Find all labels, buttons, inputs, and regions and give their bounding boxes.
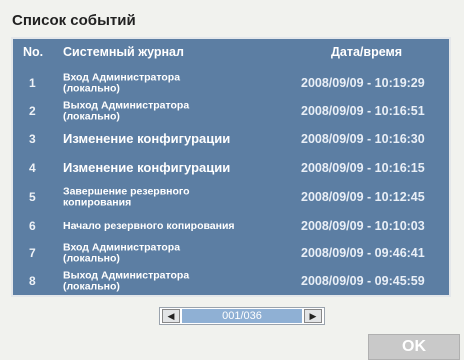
table-row[interactable]: 8 Выход Администратора (локально) 2008/0…: [13, 266, 449, 296]
row-event: Изменение конфигурации: [63, 131, 231, 146]
row-datetime: 2008/09/09 - 10:16:30: [301, 132, 425, 146]
table-row[interactable]: 6 Начало резервного копирования 2008/09/…: [13, 211, 449, 241]
row-number: 2: [29, 104, 36, 118]
page-title: Список событий: [12, 12, 136, 29]
row-event: Выход Администратора (локально): [63, 269, 190, 292]
row-datetime: 2008/09/09 - 10:10:03: [301, 219, 425, 233]
column-header-datetime: Дата/время: [331, 45, 403, 59]
row-datetime: 2008/09/09 - 09:45:59: [301, 274, 425, 288]
page-indicator: 001/036: [182, 309, 302, 323]
event-list-panel: No. Системный журнал Дата/время 1 Вход А…: [11, 37, 451, 297]
row-event: Изменение конфигурации: [63, 160, 231, 175]
table-header: No. Системный журнал Дата/время: [13, 45, 449, 61]
row-datetime: 2008/09/09 - 10:19:29: [301, 76, 425, 90]
row-event: Выход Администратора (локально): [63, 99, 190, 122]
page-navigator: ◀ 001/036 ▶: [159, 307, 325, 325]
row-event: Начало резервного копирования: [63, 219, 235, 232]
table-row[interactable]: 3 Изменение конфигурации 2008/09/09 - 10…: [13, 124, 449, 154]
row-number: 7: [29, 246, 36, 260]
row-event: Вход Администратора (локально): [63, 71, 181, 94]
table-row[interactable]: 1 Вход Администратора (локально) 2008/09…: [13, 68, 449, 98]
row-number: 5: [29, 190, 36, 204]
column-header-no: No.: [23, 45, 44, 59]
table-row[interactable]: 4 Изменение конфигурации 2008/09/09 - 10…: [13, 153, 449, 183]
row-event: Вход Администратора (локально): [63, 241, 181, 264]
table-row[interactable]: 5 Завершение резервного копирования 2008…: [13, 182, 449, 212]
ok-button[interactable]: OK: [368, 334, 460, 360]
row-event: Завершение резервного копирования: [63, 185, 190, 208]
row-number: 8: [29, 274, 36, 288]
row-datetime: 2008/09/09 - 10:16:15: [301, 161, 425, 175]
previous-page-button[interactable]: ◀: [162, 309, 180, 323]
next-page-button[interactable]: ▶: [304, 309, 322, 323]
row-datetime: 2008/09/09 - 09:46:41: [301, 246, 425, 260]
row-number: 3: [29, 132, 36, 146]
row-number: 1: [29, 76, 36, 90]
column-header-event: Системный журнал: [63, 45, 184, 59]
row-number: 6: [29, 219, 36, 233]
row-datetime: 2008/09/09 - 10:12:45: [301, 190, 425, 204]
arrow-right-icon: ▶: [309, 311, 317, 321]
arrow-left-icon: ◀: [167, 311, 175, 321]
row-number: 4: [29, 161, 36, 175]
table-row[interactable]: 7 Вход Администратора (локально) 2008/09…: [13, 238, 449, 268]
row-datetime: 2008/09/09 - 10:16:51: [301, 104, 425, 118]
table-row[interactable]: 2 Выход Администратора (локально) 2008/0…: [13, 96, 449, 126]
